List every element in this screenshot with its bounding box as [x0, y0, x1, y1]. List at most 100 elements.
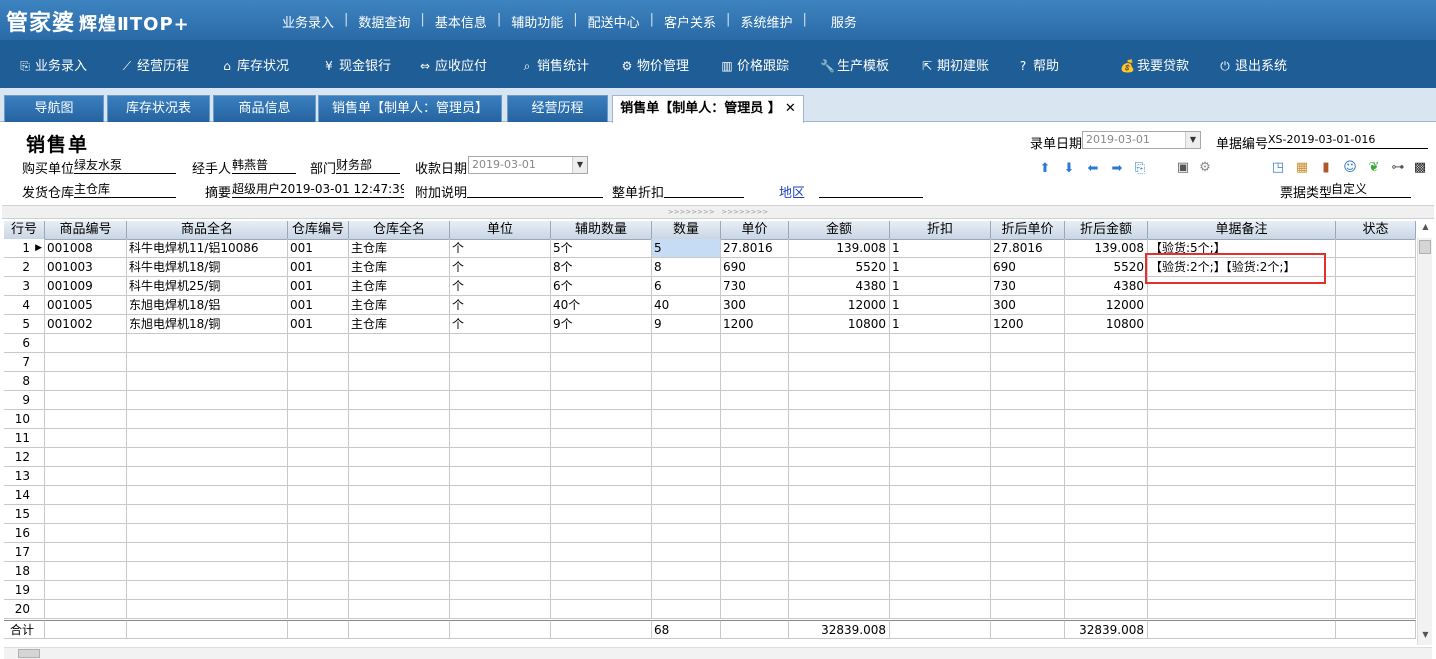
- grid-cell[interactable]: [890, 448, 991, 467]
- grid-cell[interactable]: [288, 581, 349, 600]
- grid-cell[interactable]: [349, 391, 450, 410]
- grid-cell[interactable]: 139.008: [1065, 239, 1148, 258]
- grid-cell[interactable]: [991, 505, 1065, 524]
- grid-cell[interactable]: 科牛电焊机11/铝10086: [127, 239, 288, 258]
- grid-cell[interactable]: [450, 334, 551, 353]
- grid-cell[interactable]: [127, 372, 288, 391]
- grid-cell[interactable]: 东旭电焊机18/铝: [127, 296, 288, 315]
- grid-cell[interactable]: [652, 334, 721, 353]
- close-icon[interactable]: ✕: [785, 101, 796, 116]
- vertical-scrollbar[interactable]: ▲ ▼: [1417, 222, 1432, 645]
- grid-cell[interactable]: [288, 391, 349, 410]
- grid-cell[interactable]: [1336, 391, 1416, 410]
- grid-cell[interactable]: [1148, 334, 1336, 353]
- grid-cell[interactable]: [450, 448, 551, 467]
- warehouse-field[interactable]: 主仓库: [74, 181, 176, 198]
- grid-cell[interactable]: [789, 486, 890, 505]
- qr-code-icon[interactable]: ▩: [1412, 160, 1428, 176]
- table-row[interactable]: 7: [4, 353, 1416, 372]
- grid-cell[interactable]: 个: [450, 258, 551, 277]
- table-row[interactable]: 17: [4, 543, 1416, 562]
- grid-cell[interactable]: 10800: [1065, 315, 1148, 334]
- table-row[interactable]: 10: [4, 410, 1416, 429]
- toolbar-button[interactable]: ⌂ 库存状况: [220, 55, 289, 74]
- grid-cell[interactable]: [288, 429, 349, 448]
- grid-cell[interactable]: 5个: [551, 239, 652, 258]
- grid-cell[interactable]: [288, 334, 349, 353]
- grid-cell[interactable]: [45, 486, 127, 505]
- grid-cell[interactable]: [652, 410, 721, 429]
- grid-cell[interactable]: [1336, 410, 1416, 429]
- grid-cell[interactable]: [349, 505, 450, 524]
- chevron-down-icon[interactable]: ▼: [1185, 132, 1200, 148]
- grid-cell[interactable]: 主仓库: [349, 315, 450, 334]
- grid-cell[interactable]: [127, 524, 288, 543]
- grid-cell[interactable]: [288, 448, 349, 467]
- grid-cell[interactable]: [1148, 600, 1336, 619]
- grid-cell[interactable]: 1: [890, 239, 991, 258]
- grid-cell[interactable]: [288, 562, 349, 581]
- grid-cell[interactable]: [45, 353, 127, 372]
- grid-cell[interactable]: [1065, 600, 1148, 619]
- grid-cell[interactable]: [45, 391, 127, 410]
- grid-cell[interactable]: [288, 543, 349, 562]
- grid-cell[interactable]: [45, 429, 127, 448]
- grid-cell[interactable]: [551, 543, 652, 562]
- table-row[interactable]: 15: [4, 505, 1416, 524]
- grid-cell[interactable]: [1336, 543, 1416, 562]
- grid-cell[interactable]: [1336, 372, 1416, 391]
- grid-cell[interactable]: 40: [652, 296, 721, 315]
- arrow-down-icon[interactable]: ⬇: [1061, 161, 1077, 177]
- grid-cell[interactable]: [991, 486, 1065, 505]
- grid-cell[interactable]: [349, 334, 450, 353]
- grid-cell[interactable]: [789, 562, 890, 581]
- toolbar-button[interactable]: ? 帮助: [1016, 55, 1059, 74]
- grid-cell[interactable]: [1065, 581, 1148, 600]
- grid-cell[interactable]: [551, 467, 652, 486]
- region-field[interactable]: [819, 181, 923, 198]
- note-field[interactable]: [467, 181, 603, 198]
- grid-cell[interactable]: [652, 467, 721, 486]
- column-header[interactable]: 状态: [1336, 221, 1416, 240]
- grid-cell[interactable]: [349, 524, 450, 543]
- grid-cell[interactable]: 001008: [45, 239, 127, 258]
- grid-cell[interactable]: 个: [450, 239, 551, 258]
- grid-cell[interactable]: [450, 391, 551, 410]
- grid-cell[interactable]: [127, 448, 288, 467]
- buyer-field[interactable]: 绿友水泵: [74, 157, 176, 174]
- grid-cell[interactable]: [45, 467, 127, 486]
- grid-cell[interactable]: [450, 410, 551, 429]
- grid-cell[interactable]: [789, 505, 890, 524]
- toolbar-button[interactable]: ▥ 价格跟踪: [720, 55, 789, 74]
- grid-cell[interactable]: [1148, 391, 1336, 410]
- grid-cell[interactable]: 5: [652, 239, 721, 258]
- grid-cell[interactable]: [652, 543, 721, 562]
- grid-cell[interactable]: [652, 524, 721, 543]
- table-row[interactable]: 9: [4, 391, 1416, 410]
- grid-cell[interactable]: 300: [991, 296, 1065, 315]
- scroll-thumb[interactable]: [1419, 240, 1431, 254]
- grid-cell[interactable]: [721, 372, 789, 391]
- grid-cell[interactable]: [1336, 467, 1416, 486]
- top-menu-item[interactable]: 客户关系: [654, 12, 726, 31]
- entry-date-picker[interactable]: 2019-03-01 ▼: [1082, 131, 1201, 149]
- grid-cell[interactable]: [652, 505, 721, 524]
- grid-cell[interactable]: [1336, 505, 1416, 524]
- grid-cell[interactable]: 4380: [1065, 277, 1148, 296]
- grid-cell[interactable]: [1336, 486, 1416, 505]
- grid-cell[interactable]: [551, 372, 652, 391]
- doc-no-field[interactable]: XS-2019-03-01-016: [1268, 132, 1428, 149]
- grid-cell[interactable]: [890, 505, 991, 524]
- grid-cell[interactable]: 8个: [551, 258, 652, 277]
- grid-cell[interactable]: [551, 600, 652, 619]
- discount-field[interactable]: [664, 181, 744, 198]
- table-row[interactable]: 12: [4, 448, 1416, 467]
- column-header[interactable]: 金额: [789, 221, 890, 240]
- grid-cell[interactable]: [288, 467, 349, 486]
- gear-icon[interactable]: ⚙: [1197, 160, 1213, 176]
- link-icon[interactable]: ⊶: [1390, 160, 1406, 176]
- grid-cell[interactable]: 12000: [789, 296, 890, 315]
- grid-cell[interactable]: [991, 524, 1065, 543]
- grid-cell[interactable]: [288, 372, 349, 391]
- grid-cell[interactable]: 东旭电焊机18/铜: [127, 315, 288, 334]
